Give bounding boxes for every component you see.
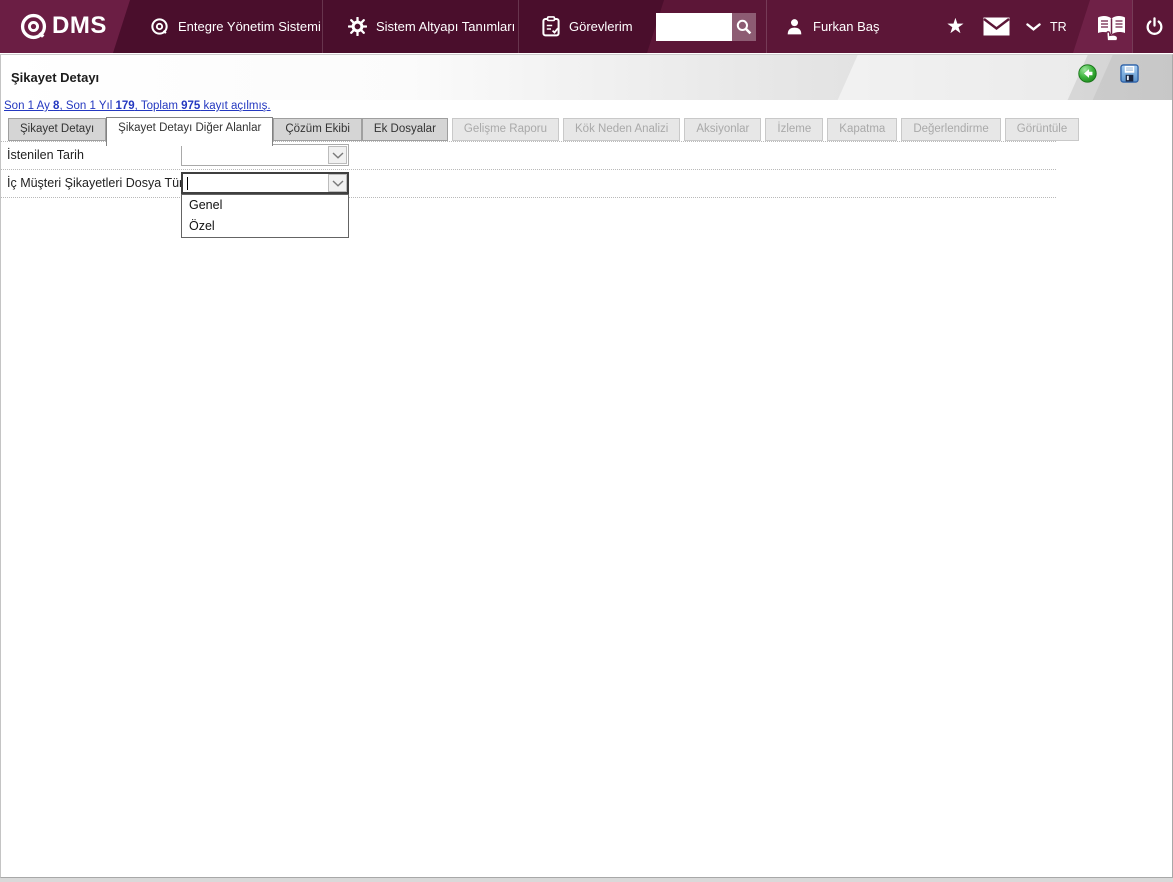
stats-text: , Son 1 Yıl: [59, 100, 115, 112]
page-title-bar: Şikayet Detayı: [1, 55, 1172, 100]
back-button[interactable]: [1078, 64, 1097, 83]
dosya-turu-dropdown-list: Genel Özel: [181, 194, 349, 238]
menu-item-gorevlerim[interactable]: Görevlerim: [542, 0, 633, 53]
tab-goruntule: Görüntüle: [1005, 118, 1080, 141]
tab-cozum-ekibi[interactable]: Çözüm Ekibi: [273, 118, 362, 141]
qdms-logo-icon: [19, 12, 48, 41]
search-icon: [736, 19, 752, 35]
qdms-logo[interactable]: DMS: [19, 11, 107, 41]
menu-item-entegre-yonetim-sistemi[interactable]: Entegre Yönetim Sistemi: [150, 0, 321, 53]
topbar-divider: [1132, 0, 1133, 53]
back-arrow-icon: [1078, 64, 1097, 83]
tab-sikayet-detayi-diger-alanlar[interactable]: Şikayet Detayı Diğer Alanlar: [106, 117, 273, 146]
tasks-clipboard-icon: [542, 16, 560, 37]
chevron-down-icon: [332, 152, 344, 159]
save-button[interactable]: [1120, 64, 1139, 83]
tab-strip: Şikayet Detayı Şikayet Detayı Diğer Alan…: [1, 117, 1172, 144]
titlebar-decoration: [822, 55, 1102, 100]
power-icon: [1145, 17, 1164, 36]
text-caret: [187, 177, 188, 190]
top-navigation-bar: DMS Entegre Yönetim Sistemi Sistem Altya…: [0, 0, 1173, 53]
istenilen-tarih-combobox[interactable]: [181, 144, 349, 166]
save-floppy-icon: [1120, 64, 1139, 83]
help-guide-button[interactable]: [1095, 0, 1129, 53]
envelope-icon: [983, 17, 1010, 36]
field-label: İstenilen Tarih: [7, 142, 84, 169]
topbar-divider: [518, 0, 519, 53]
menu-item-sistem-altyapi-tanimlari[interactable]: Sistem Altyapı Tanımları: [348, 0, 515, 53]
form-row-dosya-turu: İç Müşteri Şikayetleri Dosya Türü: [1, 170, 1056, 198]
bottom-edge: [0, 878, 1173, 882]
record-stats-link[interactable]: Son 1 Ay 8, Son 1 Yıl 179, Toplam 975 ka…: [4, 100, 271, 112]
user-menu[interactable]: Furkan Baş: [786, 0, 879, 53]
help-book-icon: [1095, 13, 1129, 41]
menu-item-label: Entegre Yönetim Sistemi: [178, 19, 321, 34]
language-selector[interactable]: TR: [1026, 0, 1067, 53]
stats-last-year-count: 179: [115, 100, 134, 112]
stats-total-count: 975: [181, 100, 200, 112]
stats-text: Son 1 Ay: [4, 100, 53, 112]
chevron-down-icon: [332, 180, 344, 187]
star-icon: ★: [946, 0, 965, 53]
app-window: DMS Entegre Yönetim Sistemi Sistem Altya…: [0, 0, 1173, 882]
topbar-divider: [322, 0, 323, 53]
content-frame: Şikayet Detayı: [0, 54, 1173, 878]
gear-icon: [348, 17, 367, 36]
stats-text: , Toplam: [135, 100, 181, 112]
tab-aksiyonlar: Aksiyonlar: [684, 118, 761, 141]
tab-izleme: İzleme: [765, 118, 823, 141]
integrated-system-icon: [150, 17, 169, 36]
logo-text: DMS: [52, 11, 107, 41]
record-stats-bar: Son 1 Ay 8, Son 1 Yıl 179, Toplam 975 ka…: [1, 100, 1172, 117]
dosya-turu-combobox[interactable]: [181, 172, 349, 194]
user-name: Furkan Baş: [813, 19, 879, 34]
search-input[interactable]: [656, 13, 732, 41]
search-button[interactable]: [732, 13, 756, 41]
messages-button[interactable]: [983, 0, 1010, 53]
menu-item-label: Sistem Altyapı Tanımları: [376, 19, 515, 34]
combobox-dropdown-button[interactable]: [328, 146, 347, 164]
language-code: TR: [1050, 20, 1067, 34]
tab-ek-dosyalar[interactable]: Ek Dosyalar: [362, 118, 448, 141]
logout-button[interactable]: [1145, 0, 1164, 53]
tab-kapatma: Kapatma: [827, 118, 897, 141]
global-search: [656, 13, 756, 41]
stats-text: kayıt açılmış.: [200, 100, 270, 112]
topbar-divider: [766, 0, 767, 53]
dropdown-option-ozel[interactable]: Özel: [182, 216, 348, 237]
complaint-detail-form: İstenilen Tarih İç Müşteri Şikayetleri D…: [1, 141, 1056, 198]
page-title: Şikayet Detayı: [11, 70, 99, 85]
user-icon: [786, 18, 803, 35]
tab-kok-neden-analizi: Kök Neden Analizi: [563, 118, 680, 141]
tab-sikayet-detayi[interactable]: Şikayet Detayı: [8, 118, 106, 141]
combobox-dropdown-button[interactable]: [328, 174, 347, 192]
tab-degerlendirme: Değerlendirme: [901, 118, 1000, 141]
menu-item-label: Görevlerim: [569, 19, 633, 34]
field-label: İç Müşteri Şikayetleri Dosya Türü: [7, 170, 190, 197]
tab-gelisme-raporu: Gelişme Raporu: [452, 118, 559, 141]
dropdown-option-genel[interactable]: Genel: [182, 195, 348, 216]
favorites-button[interactable]: ★: [946, 0, 965, 53]
chevron-down-icon: [1026, 23, 1041, 31]
